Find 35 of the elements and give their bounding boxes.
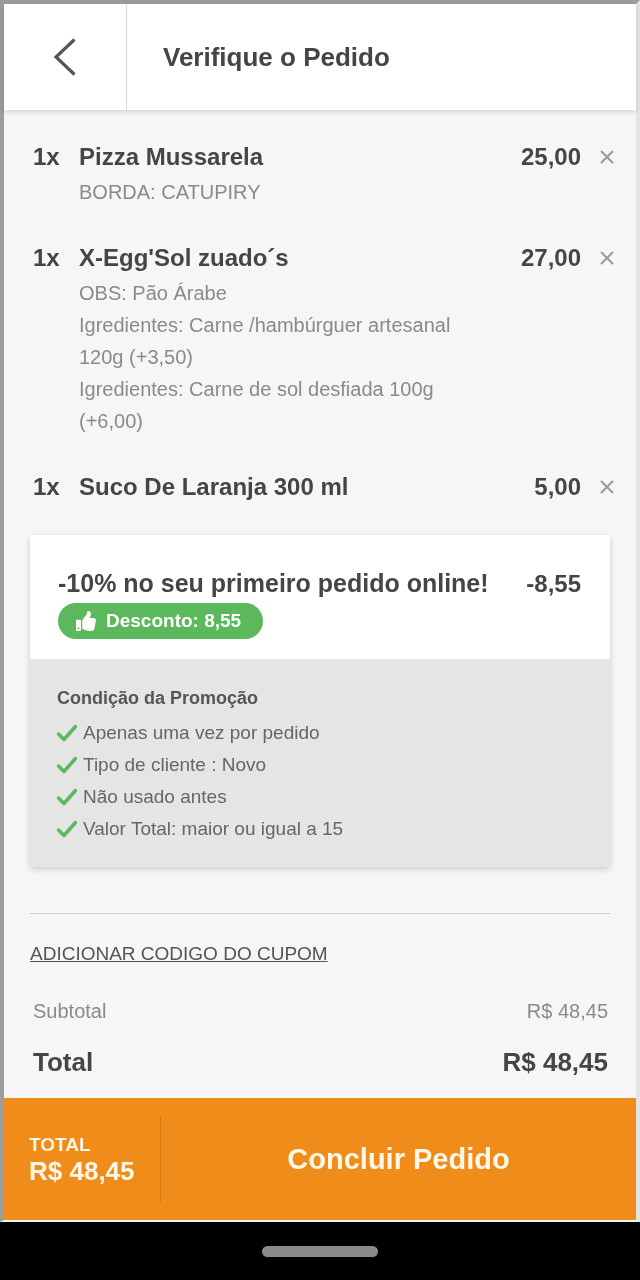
total-label: Total — [33, 1046, 94, 1079]
item-price: 25,00 — [520, 142, 581, 172]
discount-label: Desconto: 8,55 — [106, 610, 242, 632]
promo-amount: -8,55 — [526, 569, 581, 599]
item-quantity: 1x — [33, 142, 61, 172]
home-indicator[interactable] — [262, 1245, 378, 1257]
close-icon — [600, 150, 614, 164]
subtotal-label: Subtotal — [33, 999, 107, 1024]
item-quantity: 1x — [33, 243, 61, 273]
footer-total-value: R$ 48,45 — [29, 1157, 136, 1185]
condition-text: Valor Total: maior ou igual a 15 — [83, 818, 344, 840]
item-note: Igredientes: Carne /hambúrguer artesanal 120g (+3,50) — [79, 313, 452, 370]
subtotal-value: R$ 48,45 — [526, 999, 608, 1024]
page-title: Verifique o Pedido — [162, 41, 390, 73]
condition-text: Tipo de cliente : Novo — [83, 754, 267, 776]
item-price: 27,00 — [520, 243, 581, 273]
conditions-title: Condição da Promoção — [57, 687, 260, 710]
item-name: Suco De Laranja 300 ml — [79, 472, 350, 502]
item-note: BORDA: CATUPIRY — [79, 180, 262, 205]
item-note: Igredientes: Carne de sol desfiada 100g (+6,00) — [79, 377, 435, 434]
chevron-left-icon — [53, 38, 77, 76]
condition-text: Não usado antes — [83, 786, 227, 808]
item-note: OBS: Pão Árabe — [79, 281, 228, 306]
promo-title: -10% no seu primeiro pedido online! — [58, 568, 489, 598]
coupon-link[interactable]: ADICIONAR CODIGO DO CUPOM — [30, 941, 328, 967]
item-name: Pizza Mussarela — [79, 142, 265, 172]
item-quantity: 1x — [33, 472, 61, 502]
total-value: R$ 48,45 — [502, 1046, 608, 1079]
item-name: X-Egg'Sol zuado´s — [79, 243, 290, 273]
condition-text: Apenas uma vez por pedido — [83, 722, 320, 744]
item-price: 5,00 — [534, 472, 581, 502]
close-icon — [600, 251, 614, 265]
close-icon — [600, 480, 614, 494]
thumbs-up-icon — [76, 611, 96, 631]
footer-total-label: TOTAL — [29, 1133, 92, 1157]
